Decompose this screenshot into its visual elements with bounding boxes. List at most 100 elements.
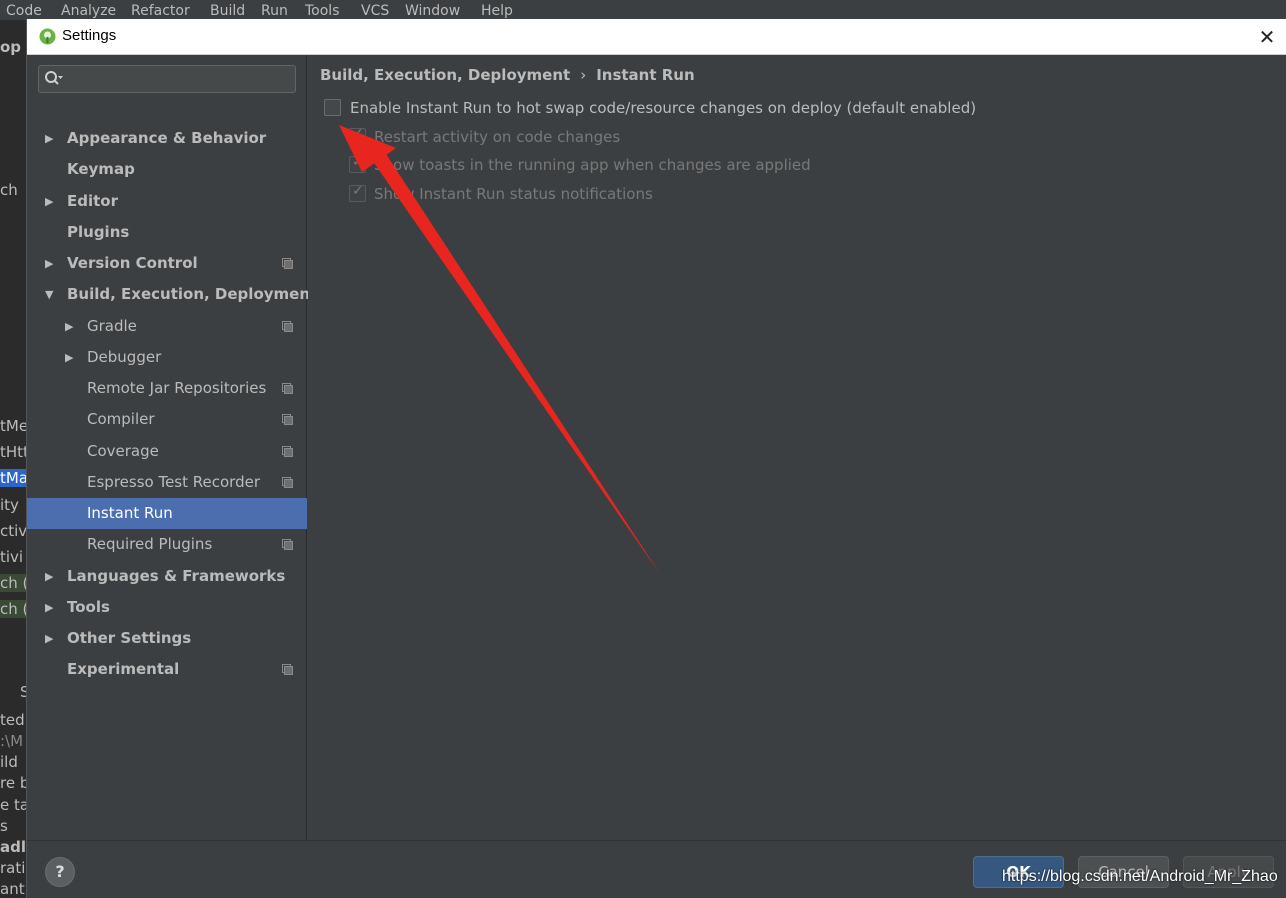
tree-item-label: Plugins [67, 223, 130, 241]
menu-code[interactable]: Code [6, 3, 42, 19]
tree-item[interactable]: ▶ Appearance & Behavior [27, 123, 307, 154]
tree-item-label: Version Control [67, 254, 198, 272]
collapsed-arrow-icon[interactable]: ▶ [65, 311, 77, 342]
ide-fragment: op [0, 38, 22, 56]
dialog-titlebar[interactable]: Settings ✕ [27, 19, 1286, 55]
ide-fragment: tMa [0, 469, 28, 487]
collapsed-arrow-icon[interactable]: ▶ [45, 186, 57, 217]
help-button[interactable]: ? [45, 857, 75, 887]
close-button[interactable]: ✕ [1255, 25, 1279, 49]
enable-instant-run-label: Enable Instant Run to hot swap code/reso… [350, 99, 977, 117]
tree-item-label: Appearance & Behavior [67, 129, 267, 147]
tree-item[interactable]: ▶ Other Settings [27, 623, 307, 654]
project-scope-icon [282, 258, 293, 269]
search-input[interactable] [38, 65, 296, 93]
close-icon: ✕ [1258, 25, 1276, 49]
tree-item-label: Espresso Test Recorder [87, 473, 260, 491]
ide-fragment: ch ( [0, 574, 28, 592]
ide-fragment: ratio [0, 859, 28, 877]
show-toasts-label: Show toasts in the running app when chan… [374, 156, 811, 174]
breadcrumb: Build, Execution, Deployment › Instant Run [320, 66, 695, 84]
tree-item-label: Tools [67, 598, 110, 616]
breadcrumb-current: Instant Run [596, 66, 695, 84]
ide-background-panel: op ch tMe tHtt tMa ity ctivi tivi ch ( c… [0, 20, 28, 898]
ide-fragment: tivi [0, 548, 24, 566]
search-icon [45, 71, 63, 85]
project-scope-icon [282, 446, 293, 457]
tree-item-label: Keymap [67, 160, 135, 178]
show-status-label: Show Instant Run status notifications [374, 185, 653, 203]
ide-fragment: tMe [0, 417, 28, 435]
collapsed-arrow-icon[interactable]: ▶ [45, 592, 57, 623]
tree-item[interactable]: ▶ Tools [27, 592, 307, 623]
collapsed-arrow-icon[interactable]: ▶ [65, 342, 77, 373]
ide-fragment: adle [0, 838, 28, 856]
breadcrumb-separator: › [580, 66, 587, 84]
enable-instant-run-option[interactable]: Enable Instant Run to hot swap code/reso… [324, 99, 1024, 119]
tree-item[interactable]: ▶ Gradle [27, 311, 307, 342]
tree-item-label: Gradle [87, 317, 137, 335]
project-scope-icon [282, 664, 293, 675]
menu-build[interactable]: Build [210, 3, 245, 19]
project-scope-icon [282, 414, 293, 425]
ide-fragment: ant. [0, 880, 28, 898]
collapsed-arrow-icon[interactable]: ▶ [45, 623, 57, 654]
ide-fragment: ted s [0, 711, 28, 729]
menu-analyze[interactable]: Analyze [61, 3, 116, 19]
checkmark-icon: ✓ [352, 183, 364, 199]
tree-item-label: Compiler [87, 410, 155, 428]
dialog-title: Settings [62, 27, 117, 44]
settings-sidebar: ▶ Appearance & Behavior Keymap ▶ Editor Plugi… [27, 55, 317, 840]
tree-item-label: Instant Run [87, 504, 173, 522]
ide-fragment: s [0, 817, 8, 835]
tree-item[interactable]: Espresso Test Recorder [27, 467, 307, 498]
restart-activity-label: Restart activity on code changes [374, 128, 621, 146]
tree-item-label: Remote Jar Repositories [87, 379, 267, 397]
tree-item-label: Coverage [87, 442, 159, 460]
tree-item[interactable]: Instant Run [27, 498, 307, 529]
collapsed-arrow-icon[interactable]: ▶ [45, 123, 57, 154]
tree-item-label: Debugger [87, 348, 162, 366]
collapsed-arrow-icon[interactable]: ▶ [45, 561, 57, 592]
tree-item[interactable]: Keymap [27, 154, 307, 185]
show-toasts-option: ✓ Show toasts in the running app when ch… [349, 154, 849, 176]
menu-tools[interactable]: Tools [305, 3, 340, 19]
tree-item-label: Other Settings [67, 629, 192, 647]
menu-vcs[interactable]: VCS [361, 3, 389, 19]
breadcrumb-parent[interactable]: Build, Execution, Deployment [320, 66, 570, 84]
ide-fragment: ch ( [0, 600, 28, 618]
tree-item[interactable]: Plugins [27, 217, 307, 248]
tree-item[interactable]: Experimental [27, 654, 307, 685]
restart-activity-option: ✓ Restart activity on code changes [349, 126, 749, 148]
menu-window[interactable]: Window [405, 3, 460, 19]
expanded-arrow-icon[interactable]: ▼ [45, 279, 57, 310]
tree-item[interactable]: ▶ Debugger [27, 342, 307, 373]
tree-item[interactable]: ▶ Editor [27, 186, 307, 217]
tree-item-label: Editor [67, 192, 118, 210]
tree-item[interactable]: Required Plugins [27, 529, 307, 560]
show-status-checkbox: ✓ [349, 183, 366, 202]
project-scope-icon [282, 321, 293, 332]
menu-run[interactable]: Run [261, 3, 288, 19]
project-scope-icon [282, 539, 293, 550]
tree-item[interactable]: ▶ Version Control [27, 248, 307, 279]
ide-fragment: e tas [0, 796, 28, 814]
tree-item-label: Languages & Frameworks [67, 567, 286, 585]
menu-help[interactable]: Help [481, 3, 513, 19]
tree-item[interactable]: Coverage [27, 436, 307, 467]
settings-dialog: Settings ✕ ▶ Appearance & Behavior Keymap ▶… [26, 19, 1286, 898]
restart-activity-checkbox: ✓ [349, 126, 366, 145]
menu-refactor[interactable]: Refactor [131, 3, 190, 19]
tree-item[interactable]: Compiler [27, 404, 307, 435]
project-scope-icon [282, 383, 293, 394]
tree-item[interactable]: ▼ Build, Execution, Deployment [27, 279, 317, 310]
ide-menubar: Code Analyze Refactor Build Run Tools VC… [0, 0, 1286, 20]
tree-item[interactable]: Remote Jar Repositories [27, 373, 307, 404]
settings-content: Build, Execution, Deployment › Instant Run… [308, 55, 1286, 840]
tree-item[interactable]: ▶ Languages & Frameworks [27, 561, 307, 592]
checkmark-icon: ✓ [352, 154, 364, 170]
tree-item-label: Required Plugins [87, 535, 213, 553]
enable-instant-run-checkbox[interactable] [324, 99, 341, 116]
show-toasts-checkbox: ✓ [349, 154, 366, 173]
collapsed-arrow-icon[interactable]: ▶ [45, 248, 57, 279]
